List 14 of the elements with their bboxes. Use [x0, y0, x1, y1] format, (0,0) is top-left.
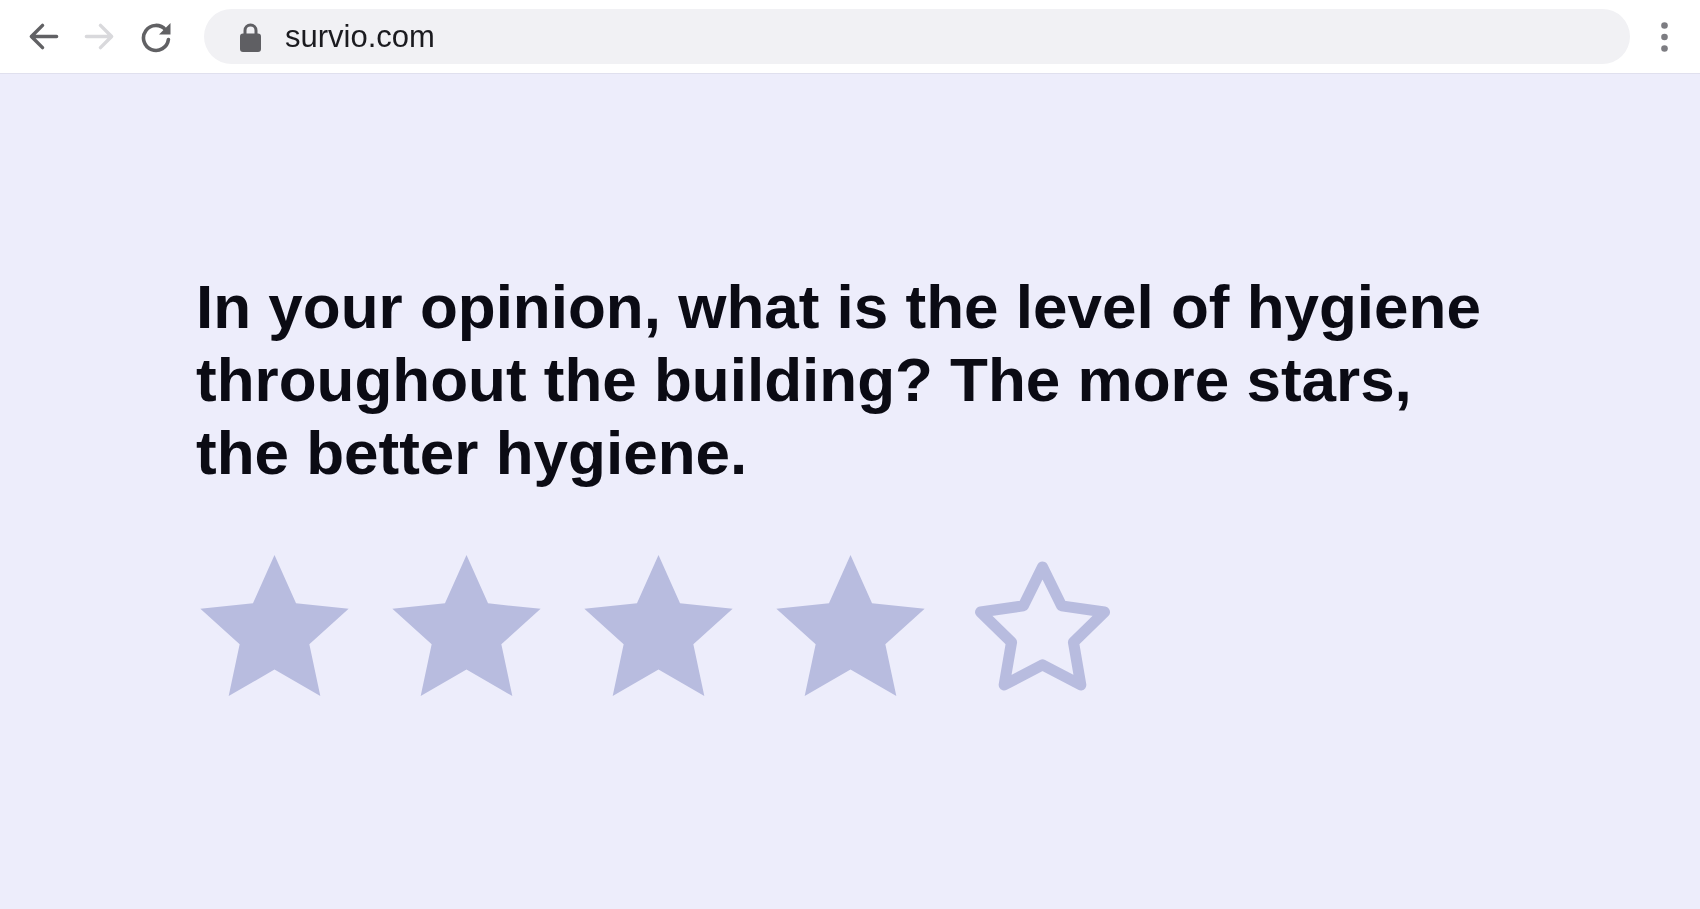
- star-icon[interactable]: [200, 555, 349, 696]
- star-icon[interactable]: [392, 555, 541, 696]
- star-outline-icon[interactable]: [975, 560, 1110, 691]
- reload-icon: [139, 20, 172, 53]
- star-icon[interactable]: [584, 555, 733, 696]
- url-text: survio.com: [285, 18, 435, 55]
- address-bar[interactable]: survio.com: [204, 9, 1630, 64]
- more-vertical-icon: [1660, 21, 1668, 52]
- menu-button[interactable]: [1658, 20, 1670, 53]
- reload-button[interactable]: [139, 20, 172, 53]
- arrow-right-icon: [84, 21, 115, 52]
- question-text: In your opinion, what is the level of hygiene throughout the building? The more stars, the better hygiene.: [196, 271, 1482, 489]
- arrow-left-icon: [28, 21, 59, 52]
- star-icon[interactable]: [776, 555, 925, 696]
